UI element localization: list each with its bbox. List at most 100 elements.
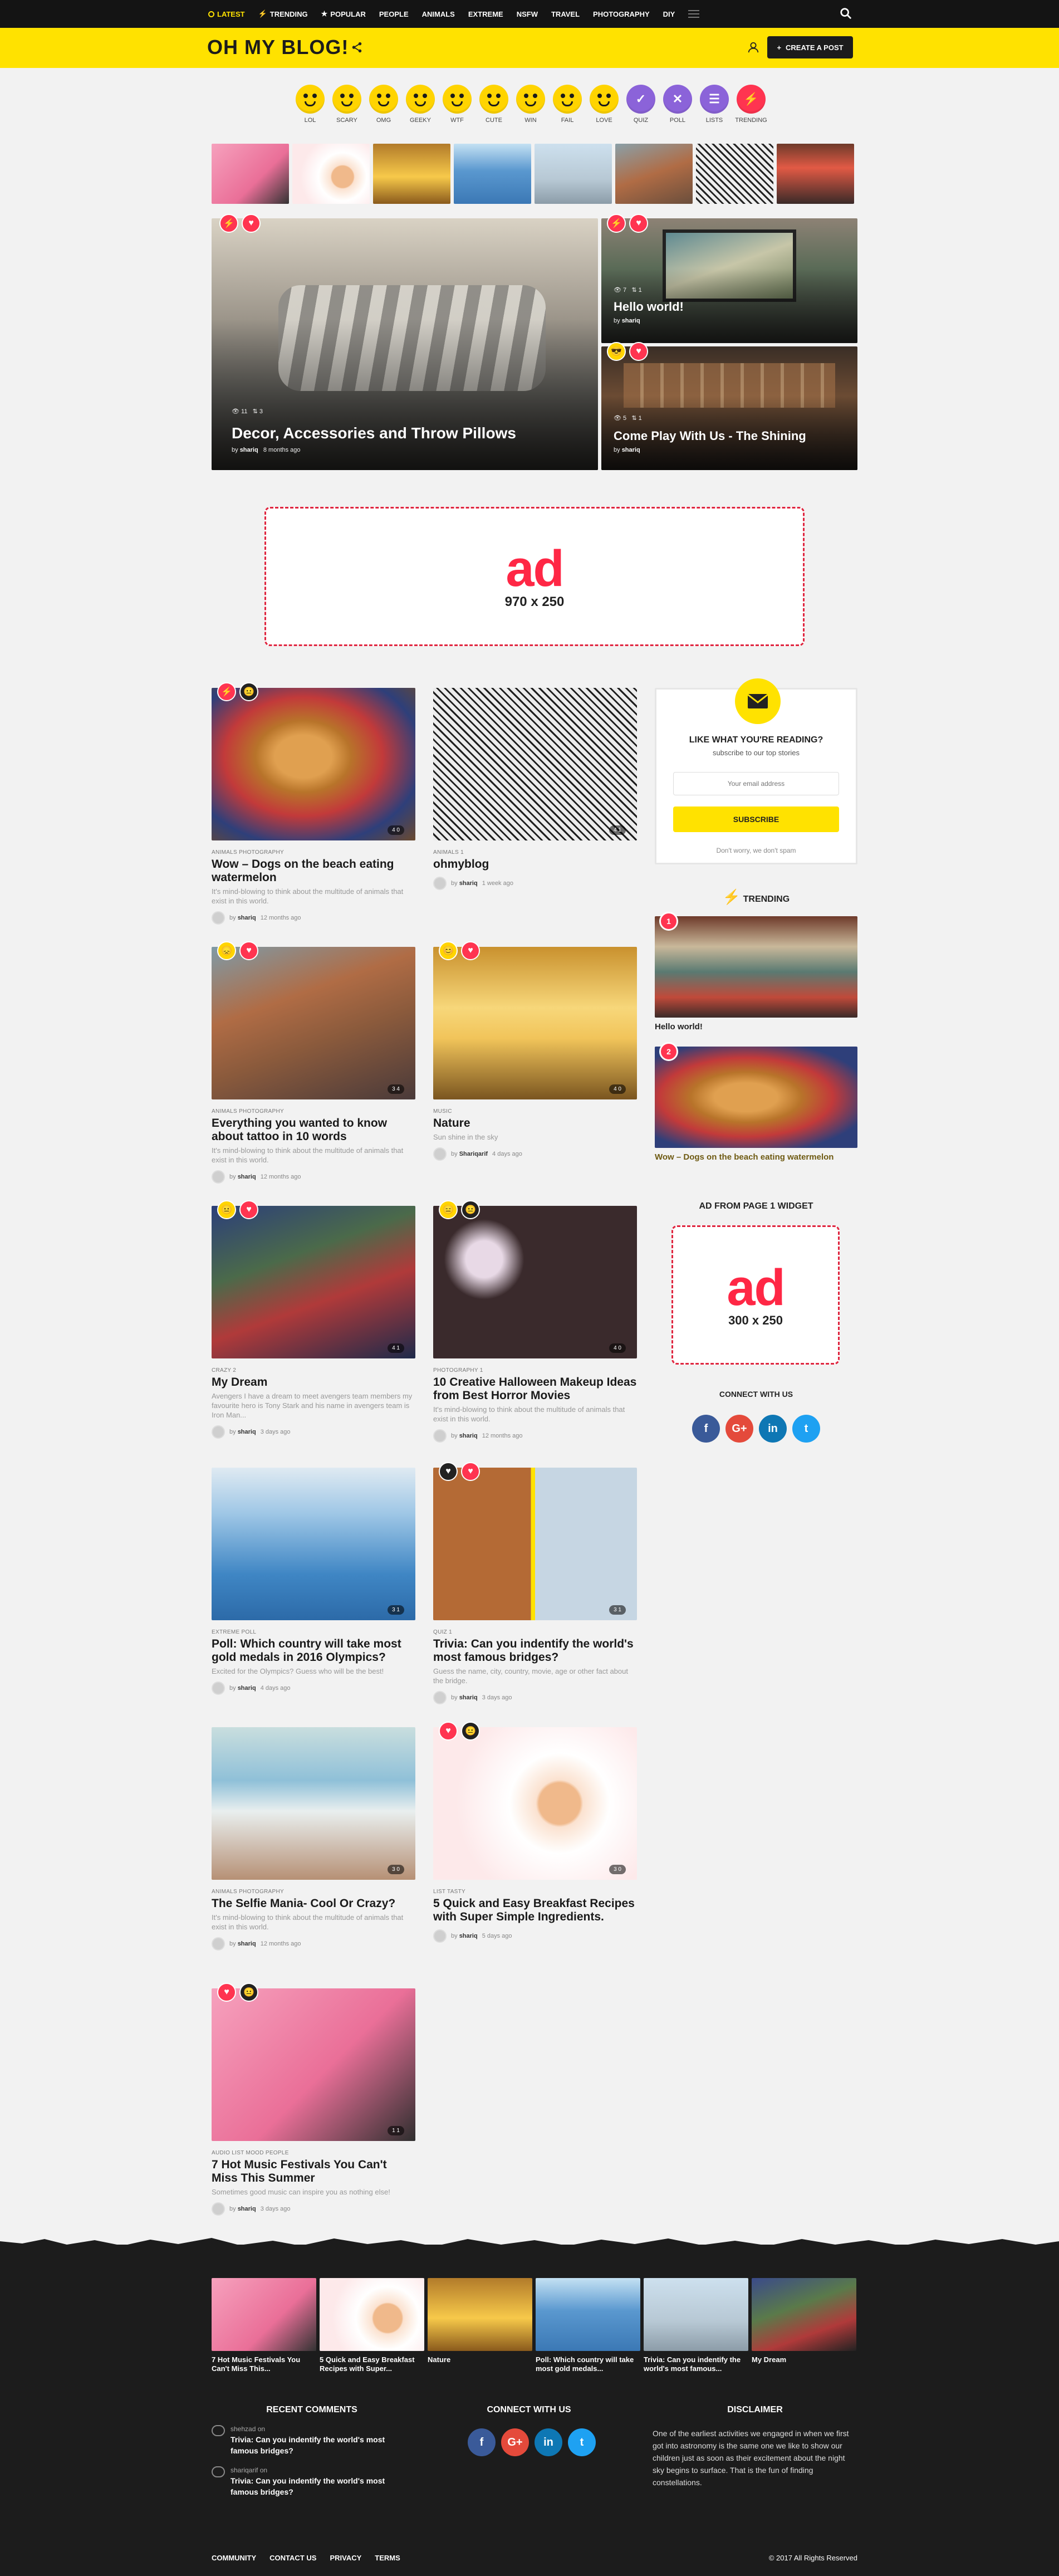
linkedin-icon[interactable]: in [759, 1415, 787, 1443]
author-name[interactable]: shariq [459, 1933, 478, 1939]
post-image[interactable]: 3 1 [433, 1468, 637, 1620]
reaction-wtf[interactable]: WTF [443, 85, 472, 124]
post-categories[interactable]: AUDIO LIST MOOD PEOPLE [212, 2150, 415, 2156]
author-name[interactable]: shariq [238, 915, 256, 921]
reaction-quiz[interactable]: ✓ QUIZ [626, 85, 655, 124]
post-title[interactable]: 10 Creative Halloween Makeup Ideas from … [433, 1376, 637, 1402]
post-image[interactable]: 3 0 [433, 1727, 637, 1880]
avatar[interactable] [212, 911, 225, 925]
thumb-tattoo[interactable] [615, 144, 693, 204]
nav-nsfw[interactable]: NSFW [517, 10, 538, 18]
post-title[interactable]: My Dream [212, 1376, 415, 1389]
footer-post[interactable]: My Dream [752, 2278, 856, 2373]
nav-trending[interactable]: ⚡ TRENDING [258, 9, 308, 18]
post-image[interactable]: 1 1 [212, 1988, 415, 2141]
create-post-button[interactable]: + CREATE A POST [767, 36, 853, 58]
reaction-win[interactable]: WIN [516, 85, 545, 124]
avatar[interactable] [212, 2202, 225, 2216]
facebook-icon[interactable]: f [468, 2428, 496, 2456]
avatar[interactable] [433, 1429, 447, 1443]
thumb-bridges[interactable] [535, 144, 612, 204]
footer-link-contact[interactable]: CONTACT US [269, 2554, 316, 2562]
post-categories[interactable]: ANIMALS PHOTOGRAPHY [212, 1108, 415, 1115]
thumb-nature[interactable] [373, 144, 450, 204]
footer-link-community[interactable]: COMMUNITY [212, 2554, 256, 2562]
post-categories[interactable]: MUSIC [433, 1108, 637, 1115]
nav-extreme[interactable]: EXTREME [468, 10, 503, 18]
thumb-game[interactable] [777, 144, 854, 204]
trending-item-2-title[interactable]: Wow – Dogs on the beach eating watermelo… [655, 1152, 857, 1162]
post-image[interactable]: 4 0 [433, 1206, 637, 1358]
nav-people[interactable]: PEOPLE [379, 10, 409, 18]
post-image[interactable]: 4 0 [433, 947, 637, 1099]
hero-side-2-title[interactable]: Come Play With Us - The Shining [614, 429, 806, 443]
avatar[interactable] [433, 1929, 447, 1943]
reaction-omg[interactable]: OMG [369, 85, 398, 124]
trending-item-2[interactable]: 2 Wow – Dogs on the beach eating waterme… [655, 1042, 857, 1162]
footer-post[interactable]: Poll: Which country will take most gold … [536, 2278, 640, 2373]
author-name[interactable]: shariq [238, 1685, 256, 1692]
author-name[interactable]: shariq [238, 1940, 256, 1947]
post-image[interactable]: 3 1 [212, 1468, 415, 1620]
share-icon[interactable] [351, 41, 363, 53]
hero-side-2[interactable]: 👁 5 ⇅ 1 Come Play With Us - The Shining … [601, 346, 857, 470]
post-title[interactable]: 7 Hot Music Festivals You Can't Miss Thi… [212, 2158, 415, 2185]
nav-travel[interactable]: TRAVEL [551, 10, 580, 18]
post-title[interactable]: Poll: Which country will take most gold … [212, 1638, 415, 1664]
footer-post[interactable]: 7 Hot Music Festivals You Can't Miss Thi… [212, 2278, 316, 2373]
thumb-olympics[interactable] [454, 144, 531, 204]
site-logo[interactable]: OH MY BLOG! [207, 36, 349, 59]
post-title[interactable]: ohmyblog [433, 858, 637, 871]
nav-animals[interactable]: ANIMALS [422, 10, 455, 18]
hero-main[interactable]: 👁 11 ⇅ 3 Decor, Accessories and Throw Pi… [212, 218, 598, 470]
hero-side-1-title[interactable]: Hello world! [614, 300, 684, 314]
post-title[interactable]: Wow – Dogs on the beach eating watermelo… [212, 858, 415, 884]
post-categories[interactable]: ANIMALS 1 [433, 849, 637, 856]
post-image[interactable]: 4 1 [212, 1206, 415, 1358]
post-categories[interactable]: ANIMALS PHOTOGRAPHY [212, 1889, 415, 1895]
avatar[interactable] [433, 1691, 447, 1704]
footer-link-privacy[interactable]: PRIVACY [330, 2554, 361, 2562]
subscribe-button[interactable]: SUBSCRIBE [673, 806, 839, 832]
nav-diy[interactable]: DIY [663, 10, 675, 18]
nav-photography[interactable]: PHOTOGRAPHY [593, 10, 650, 18]
ad-widget-300[interactable]: ad 300 x 250 [671, 1225, 840, 1365]
author-name[interactable]: shariq [238, 1174, 256, 1180]
post-categories[interactable]: ANIMALS PHOTOGRAPHY [212, 849, 415, 856]
post-image[interactable]: 4 1 [433, 688, 637, 840]
menu-icon[interactable] [688, 10, 700, 18]
reaction-trending[interactable]: ⚡ TRENDING [735, 85, 767, 124]
author-name[interactable]: Shariqarif [459, 1151, 488, 1157]
trending-item-1-title[interactable]: Hello world! [655, 1022, 857, 1032]
author-name[interactable]: shariq [238, 2206, 256, 2212]
avatar[interactable] [212, 1170, 225, 1184]
post-title[interactable]: 5 Quick and Easy Breakfast Recipes with … [433, 1897, 637, 1924]
post-categories[interactable]: LIST TASTY [433, 1889, 637, 1895]
reaction-poll[interactable]: ✕ POLL [663, 85, 692, 124]
google-plus-icon[interactable]: G+ [501, 2428, 529, 2456]
post-title[interactable]: Everything you wanted to know about tatt… [212, 1117, 415, 1143]
author-name[interactable]: shariq [459, 880, 478, 887]
post-categories[interactable]: QUIZ 1 [433, 1629, 637, 1635]
thumb-music[interactable] [212, 144, 289, 204]
user-icon[interactable] [747, 41, 759, 53]
post-categories[interactable]: CRAZY 2 [212, 1367, 415, 1373]
post-image[interactable]: 3 4 [212, 947, 415, 1099]
author-name[interactable]: shariq [459, 1433, 478, 1439]
google-plus-icon[interactable]: G+ [725, 1415, 753, 1443]
reaction-fail[interactable]: FAIL [553, 85, 582, 124]
post-categories[interactable]: EXTREME POLL [212, 1629, 415, 1635]
author-name[interactable]: shariq [459, 1694, 478, 1701]
reaction-scary[interactable]: SCARY [332, 85, 361, 124]
search-icon[interactable] [840, 7, 852, 19]
reaction-lol[interactable]: LOL [296, 85, 325, 124]
twitter-icon[interactable]: t [568, 2428, 596, 2456]
post-image[interactable]: 4 0 [212, 688, 415, 840]
author-name[interactable]: shariq [238, 1429, 256, 1435]
post-title[interactable]: Trivia: Can you indentify the world's mo… [433, 1638, 637, 1664]
avatar[interactable] [212, 1425, 225, 1439]
linkedin-icon[interactable]: in [535, 2428, 562, 2456]
nav-latest[interactable]: LATEST [208, 10, 245, 18]
nav-popular[interactable]: ★ POPULAR [321, 9, 366, 18]
reaction-geeky[interactable]: GEEKY [406, 85, 435, 124]
